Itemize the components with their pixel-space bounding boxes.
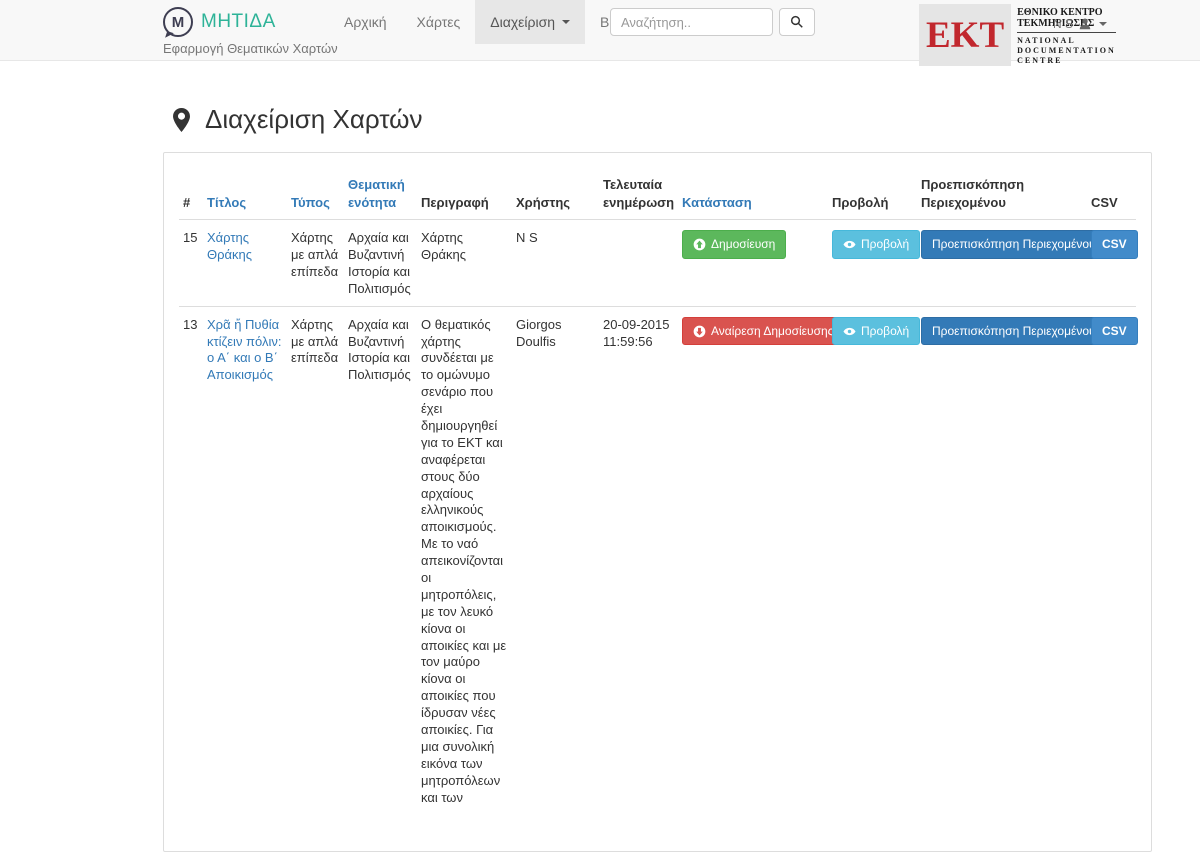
cell-csv: CSV <box>1091 220 1136 307</box>
chevron-down-icon <box>1099 22 1107 26</box>
button-label: CSV <box>1102 236 1127 253</box>
brand-tagline: Εφαρμογή Θεματικών Χαρτών <box>163 41 338 56</box>
preview-button[interactable]: Προεπισκόπηση Περιεχομένου <box>921 230 1107 259</box>
cell-view: Προβολή <box>832 306 921 814</box>
sort-link-status[interactable]: Κατάσταση <box>682 195 752 210</box>
user-initials: N S <box>1053 17 1073 31</box>
view-button[interactable]: Προβολή <box>832 230 920 259</box>
header-type: Τύπος <box>291 168 348 220</box>
cell-index: 13 <box>179 306 207 814</box>
sort-link-type[interactable]: Τύπος <box>291 195 330 210</box>
cell-view: Προβολή <box>832 220 921 307</box>
circle-arrow-down-icon <box>693 325 706 338</box>
csv-button[interactable]: CSV <box>1091 230 1138 259</box>
cell-title: Χρᾶ ἤ Πυθία κτίζειν πόλιν: ο Α΄ και ο Β΄… <box>207 306 291 814</box>
cell-user: N S <box>516 220 603 307</box>
table-header-row: # Τίτλος Τύπος Θεματική ενότητα Περιγραφ… <box>179 168 1136 220</box>
header-user: Χρήστης <box>516 168 603 220</box>
table-row: 15 Χάρτης Θράκης Χάρτης με απλά επίπεδα … <box>179 220 1136 307</box>
header-thematic: Θεματική ενότητα <box>348 168 421 220</box>
cell-thematic: Αρχαία και Βυζαντινή Ιστορία και Πολιτισ… <box>348 220 421 307</box>
map-title-link[interactable]: Χρᾶ ἤ Πυθία κτίζειν πόλιν: ο Α΄ και ο Β΄… <box>207 317 282 383</box>
nav-item-label: Χάρτες <box>417 15 461 29</box>
search-form <box>610 8 815 36</box>
sort-link-thematic[interactable]: Θεματική ενότητα <box>348 177 405 210</box>
csv-button[interactable]: CSV <box>1091 317 1138 346</box>
cell-index: 15 <box>179 220 207 307</box>
ekt-acronym: ΕΚΤ <box>926 17 1004 54</box>
cell-thematic: Αρχαία και Βυζαντινή Ιστορία και Πολιτισ… <box>348 306 421 814</box>
sort-link-title[interactable]: Τίτλος <box>207 195 246 210</box>
cell-last-update: 20-09-2015 11:59:56 <box>603 306 682 814</box>
button-label: Αναίρεση Δημοσίευσης <box>711 323 833 340</box>
map-pin-icon <box>173 108 190 132</box>
circle-arrow-up-icon <box>693 238 706 251</box>
header-title: Τίτλος <box>207 168 291 220</box>
ekt-logo-box: ΕΚΤ <box>919 4 1011 66</box>
ekt-en-line: DOCUMENTATION <box>1017 46 1116 56</box>
brand-name: ΜΗΤΙΔΑ <box>201 11 276 33</box>
view-button[interactable]: Προβολή <box>832 317 920 346</box>
nav-item-maps[interactable]: Χάρτες <box>402 0 476 44</box>
map-title-link[interactable]: Χάρτης Θράκης <box>207 230 252 262</box>
search-input[interactable] <box>610 8 773 36</box>
cell-preview: Προεπισκόπηση Περιεχομένου <box>921 220 1091 307</box>
button-label: Δημοσίευση <box>711 236 775 253</box>
ekt-logo-text: ΕΘΝΙΚΟ ΚΕΝΤΡΟ ΤΕΚΜΗΡΙΩΣΗΣ NATIONAL DOCUM… <box>1017 4 1116 66</box>
search-button[interactable] <box>779 8 815 36</box>
header-last-update: Τελευταία ενημέρωση <box>603 168 682 220</box>
nav-item-management[interactable]: Διαχείριση <box>475 0 585 44</box>
preview-button[interactable]: Προεπισκόπηση Περιεχομένου <box>921 317 1107 346</box>
unpublish-button[interactable]: Αναίρεση Δημοσίευσης <box>682 317 844 346</box>
cell-type: Χάρτης με απλά επίπεδα <box>291 306 348 814</box>
page-title-text: Διαχείριση Χαρτών <box>205 104 422 135</box>
cell-user: Giorgos Doulfis <box>516 306 603 814</box>
table-row: 13 Χρᾶ ἤ Πυθία κτίζειν πόλιν: ο Α΄ και ο… <box>179 306 1136 814</box>
brand[interactable]: M ΜΗΤΙΔΑ Εφαρμογή Θεματικών Χαρτών <box>163 7 338 56</box>
top-navbar: M ΜΗΤΙΔΑ Εφαρμογή Θεματικών Χαρτών Αρχικ… <box>0 0 1200 61</box>
button-label: Προβολή <box>861 323 909 340</box>
nav-item-home[interactable]: Αρχική <box>329 0 402 44</box>
chevron-down-icon <box>562 20 570 24</box>
publish-button[interactable]: Δημοσίευση <box>682 230 786 259</box>
cell-type: Χάρτης με απλά επίπεδα <box>291 220 348 307</box>
header-description: Περιγραφή <box>421 168 516 220</box>
button-label: Προβολή <box>861 236 909 253</box>
user-icon <box>1078 17 1092 31</box>
search-icon <box>790 15 804 29</box>
header-preview: Προεπισκόπηση Περιεχομένου <box>921 168 1091 220</box>
cell-title: Χάρτης Θράκης <box>207 220 291 307</box>
cell-description: Ο θεματικός χάρτης συνδέεται με το ομώνυ… <box>421 306 516 814</box>
cell-status: Δημοσίευση <box>682 220 832 307</box>
eye-icon <box>843 325 856 338</box>
page-title: Διαχείριση Χαρτών <box>173 104 1152 135</box>
cell-status: Αναίρεση Δημοσίευσης <box>682 306 832 814</box>
button-label: Προεπισκόπηση Περιεχομένου <box>932 323 1096 340</box>
header-status: Κατάσταση <box>682 168 832 220</box>
nav-item-label: Αρχική <box>344 15 387 29</box>
header-csv: CSV <box>1091 168 1136 220</box>
cell-csv: CSV <box>1091 306 1136 814</box>
cell-last-update <box>603 220 682 307</box>
ekt-en-line: CENTRE <box>1017 56 1116 66</box>
nav-item-label: Διαχείριση <box>490 15 555 29</box>
ekt-en-line: NATIONAL <box>1017 36 1116 46</box>
mitida-logo-icon: M <box>163 7 193 37</box>
header-view: Προβολή <box>832 168 921 220</box>
cell-description: Χάρτης Θράκης <box>421 220 516 307</box>
ekt-logo: ΕΚΤ ΕΘΝΙΚΟ ΚΕΝΤΡΟ ΤΕΚΜΗΡΙΩΣΗΣ NATIONAL D… <box>919 4 1116 66</box>
header-index: # <box>179 168 207 220</box>
user-menu[interactable]: N S <box>1053 17 1107 31</box>
maps-table-panel: # Τίτλος Τύπος Θεματική ενότητα Περιγραφ… <box>163 152 1152 852</box>
button-label: Προεπισκόπηση Περιεχομένου <box>932 236 1096 253</box>
maps-table: # Τίτλος Τύπος Θεματική ενότητα Περιγραφ… <box>179 168 1136 814</box>
button-label: CSV <box>1102 323 1127 340</box>
cell-preview: Προεπισκόπηση Περιεχομένου <box>921 306 1091 814</box>
eye-icon <box>843 238 856 251</box>
